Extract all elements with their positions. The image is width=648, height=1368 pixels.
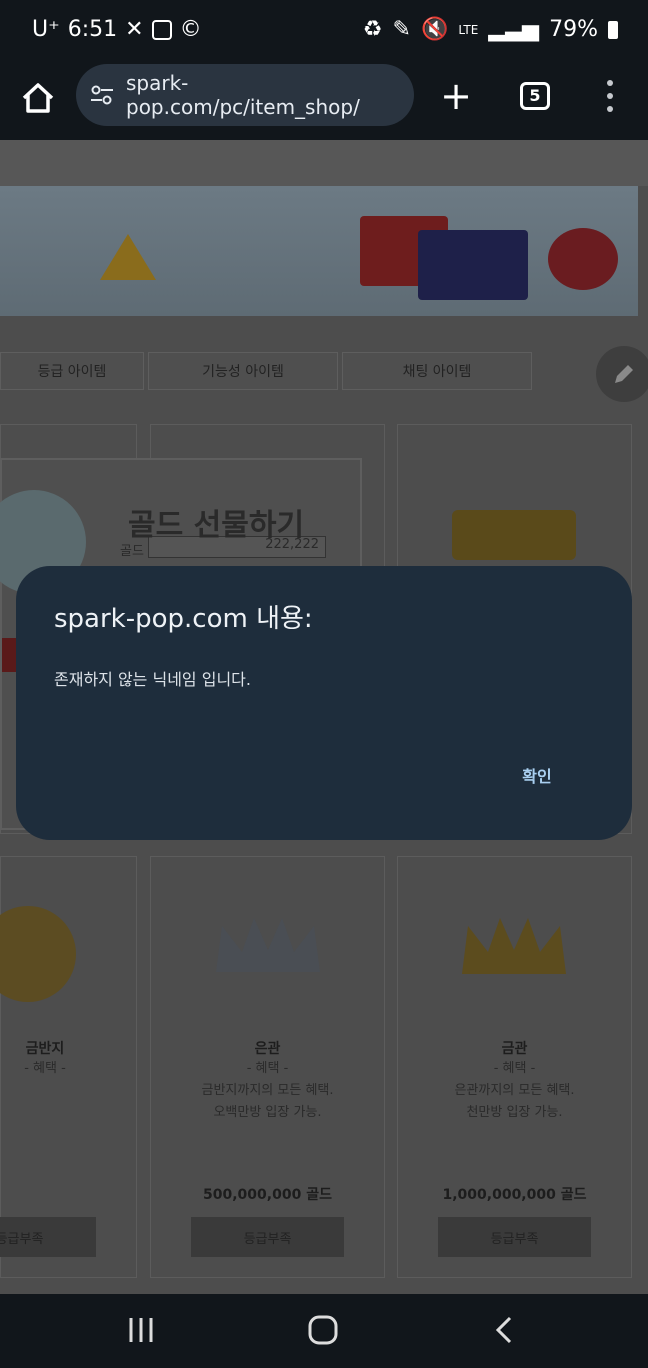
confirm-button[interactable]: 확인 (506, 762, 568, 792)
tab-switcher-button[interactable]: 5 (520, 82, 550, 110)
back-icon[interactable] (490, 1314, 520, 1346)
item-benefit-line: 천만방 입장 가능. (466, 1105, 563, 1120)
pen-icon: ✎ (392, 17, 411, 42)
shop-banner (0, 186, 638, 316)
item-benefit-heading: - 혜택 - (246, 1061, 289, 1076)
dialog-title: spark-pop.com 내용: (54, 604, 313, 634)
silver-crown-image (216, 918, 320, 972)
browser-toolbar: spark-pop.com/pc/item_shop/ + 5 (0, 60, 648, 140)
tab-chat-items[interactable]: 채팅 아이템 (342, 352, 532, 390)
edit-fab[interactable] (596, 346, 648, 402)
item-name: 은관 (254, 1041, 281, 1057)
ruby-image (548, 228, 618, 290)
alert-dialog: spark-pop.com 내용: 존재하지 않는 닉네임 입니다. 확인 (16, 566, 632, 840)
grade-insufficient-button[interactable]: 등급부족 (438, 1217, 591, 1257)
url-text: spark-pop.com/pc/item_shop/ (126, 71, 360, 119)
item-price: 500,000,000 골드 (203, 1187, 332, 1203)
missed-call-icon: ✕ (125, 17, 144, 42)
item-info: 금반지 - 혜택 - (0, 1038, 100, 1080)
more-menu-button[interactable] (600, 80, 620, 112)
gold-triangle-image (100, 234, 156, 280)
tab-grade-items[interactable]: 등급 아이템 (0, 352, 144, 390)
lte-label: LTE (458, 22, 479, 37)
grade-insufficient-button[interactable]: 등급부족 (0, 1217, 96, 1257)
item-benefit-line: 은관까지의 모든 혜택. (454, 1083, 575, 1098)
page-header-strip (0, 140, 648, 186)
item-name: 금관 (501, 1041, 528, 1057)
gold-ribbon-image (452, 510, 576, 560)
signal-icon: ▂▃▅ (488, 17, 540, 42)
site-settings-icon[interactable] (90, 84, 114, 106)
new-tab-button[interactable]: + (438, 77, 474, 115)
blue-gift-image (418, 230, 528, 300)
grade-insufficient-button[interactable]: 등급부족 (191, 1217, 344, 1257)
gold-crown-image (462, 918, 566, 974)
c-app-icon: © (179, 17, 202, 42)
battery-percent: 79% (549, 17, 598, 42)
item-info: 금관 - 혜택 - 은관까지의 모든 혜택. 천만방 입장 가능. (397, 1038, 632, 1124)
item-name: 금반지 (25, 1041, 65, 1057)
battery-icon (608, 20, 618, 39)
gallery-icon (151, 19, 172, 40)
mute-icon: 🔇 (420, 17, 449, 42)
home-icon[interactable] (18, 78, 58, 118)
pencil-icon (615, 365, 633, 383)
recycle-icon: ♻ (362, 17, 383, 42)
item-info: 은관 - 혜택 - 금반지까지의 모든 혜택. 오백만방 입장 가능. (150, 1038, 385, 1124)
item-price: 1,000,000,000 골드 (442, 1187, 587, 1203)
item-benefit-line: 금반지까지의 모든 혜택. (201, 1083, 334, 1098)
dialog-message: 존재하지 않는 닉네임 입니다. (54, 670, 251, 689)
item-benefit-heading: - 혜택 - (24, 1061, 66, 1076)
item-benefit-heading: - 혜택 - (493, 1061, 536, 1076)
system-nav-bar (0, 1294, 648, 1368)
item-benefit-line: 오백만방 입장 가능. (213, 1105, 322, 1120)
home-nav-icon[interactable] (306, 1314, 340, 1346)
status-bar: U⁺ 6:51 ✕ © ♻ ✎ 🔇 LTE ▂▃▅ 79% (0, 0, 648, 60)
gift-title: 골드 선물하기 (128, 508, 305, 543)
recent-apps-icon[interactable] (126, 1314, 156, 1346)
carrier-label: U⁺ (32, 17, 60, 42)
tab-function-items[interactable]: 기능성 아이템 (148, 352, 338, 390)
address-bar[interactable]: spark-pop.com/pc/item_shop/ (76, 64, 414, 126)
clock: 6:51 (67, 17, 118, 42)
